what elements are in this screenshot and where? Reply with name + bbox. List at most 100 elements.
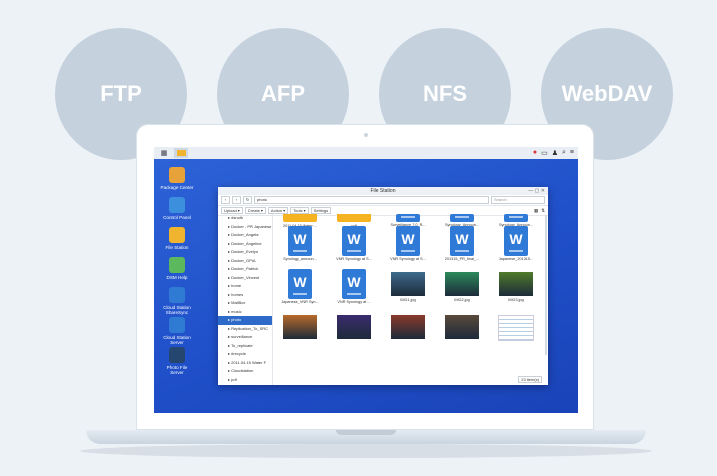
sidebar-item[interactable]: ▸ To_replicate (218, 342, 272, 351)
tools-button[interactable]: Tools ▾ (290, 207, 309, 214)
search-placeholder: Search (494, 197, 507, 202)
folder-icon (283, 214, 317, 222)
sidebar-item[interactable]: ▸ pdf (218, 376, 272, 385)
sidebar-item[interactable]: ▸ #recycle (218, 350, 272, 359)
search-input[interactable]: Search (491, 196, 545, 204)
camera (364, 133, 368, 137)
word-doc-icon (450, 214, 474, 222)
back-button[interactable]: ‹ (221, 196, 230, 204)
file-item[interactable]: IMG3.jpg (490, 269, 542, 302)
sidebar-item[interactable]: ▸ music (218, 308, 272, 317)
grid-icon[interactable]: ▦ (157, 148, 171, 158)
desktop-icon[interactable]: Package Center (160, 167, 194, 190)
sidebar-item[interactable]: ▸ homes (218, 291, 272, 300)
word-doc-icon: W (342, 269, 366, 299)
desktop-icon-label: DSM Help (166, 275, 188, 280)
menu-icon[interactable]: ≡ (570, 149, 574, 157)
word-doc-icon: W (288, 269, 312, 299)
desktop-icon[interactable]: Cloud Station Server (160, 317, 194, 345)
desktop-icon-label: Photo File Server (166, 365, 188, 375)
app-icon (169, 317, 185, 333)
sidebar-item[interactable]: ▸ Docker_GPIA (218, 257, 272, 266)
file-item[interactable] (274, 312, 326, 341)
desktop-icon-label: Package Center (160, 185, 194, 190)
file-name: 201315_PR_final_... (444, 257, 480, 261)
laptop-notch (336, 430, 396, 435)
user-icon[interactable]: ♟ (552, 149, 558, 157)
path-field[interactable]: photo (254, 196, 489, 204)
forward-button[interactable]: › (232, 196, 241, 204)
sidebar-item[interactable]: ▸ Docker_Angeline (218, 240, 272, 249)
file-item[interactable]: W 201315_PR_final_... (436, 226, 488, 261)
view-toggle-icon[interactable]: ▦ (534, 208, 538, 214)
search-icon[interactable]: ⌕ (562, 149, 566, 157)
sidebar-item[interactable]: ▸ dsnoth (218, 214, 272, 223)
desktop-icon[interactable]: Photo File Server (160, 347, 194, 375)
desktop-icon[interactable]: Control Panel (160, 197, 194, 220)
upload-button[interactable]: Upload ▾ (221, 207, 243, 214)
sidebar-item[interactable]: ▸ 2011.04.15 Water F (218, 359, 272, 368)
file-item[interactable]: W VNR Synology at ... (328, 269, 380, 304)
sidebar-item[interactable]: ▸ home (218, 282, 272, 291)
sidebar-item[interactable]: ▸ Replication_To_SRC (218, 325, 272, 334)
sort-icon[interactable]: ⇅ (541, 208, 545, 214)
sidebar-item[interactable]: ▸ MailBox (218, 299, 272, 308)
file-grid: 2011.04.15 Water ...pdfSurveillance 7.0_… (274, 214, 544, 379)
file-item[interactable]: W Japanese_VNR Syn... (274, 269, 326, 304)
sidebar-item[interactable]: ▸ Cloudstation (218, 367, 272, 376)
word-doc-icon: W (504, 226, 528, 256)
chat-icon[interactable]: ▭ (541, 149, 548, 157)
action-button[interactable]: Action ▾ (267, 207, 289, 214)
word-doc-icon: W (288, 226, 312, 256)
folder-tree: ▸ dsnoth ▸ Docker - PR Japanese ▸ Docker_A… (218, 214, 273, 385)
image-thumbnail (499, 272, 533, 296)
dsm-desktop: ▦ ● ▭ ♟ ⌕ ≡ Package Center Control Panel F… (154, 147, 578, 413)
file-item[interactable]: W VNR Synology at S... (382, 226, 434, 261)
notification-icon[interactable]: ● (533, 149, 537, 157)
note-icon (498, 315, 534, 341)
file-item[interactable]: W Synology_announ... (274, 226, 326, 261)
file-name: VNR Synology at S... (390, 257, 426, 261)
desktop-icon[interactable]: DSM Help (160, 257, 194, 280)
desktop-icon-label: Control Panel (163, 215, 191, 220)
sidebar-item[interactable]: ▸ photo (218, 316, 272, 325)
scrollbar[interactable] (545, 215, 547, 355)
desktop-icon[interactable]: File Station (160, 227, 194, 250)
laptop-base (86, 430, 646, 444)
refresh-icon[interactable]: ↻ (243, 196, 252, 204)
sidebar-item[interactable]: ▸ Docker_Evelyn (218, 248, 272, 257)
file-item[interactable]: W Japanese_201315... (490, 226, 542, 261)
word-doc-icon (504, 214, 528, 222)
settings-button[interactable]: Settings (310, 207, 332, 214)
file-name: Japanese_201315... (498, 257, 534, 261)
file-name: IMG2.jpg (454, 298, 470, 302)
sidebar-item[interactable]: ▸ surveillance (218, 333, 272, 342)
folder-icon (337, 214, 371, 222)
image-thumbnail (283, 315, 317, 339)
sidebar-item[interactable]: ▸ Docker - PR Japanese (218, 223, 272, 232)
window-title: File Station (370, 188, 396, 194)
sidebar-item[interactable]: ▸ Docker_Angela (218, 231, 272, 240)
app-icon (169, 347, 185, 363)
file-item[interactable] (382, 312, 434, 341)
window-controls[interactable]: — ▢ ✕ (528, 187, 545, 195)
sidebar-item[interactable]: ▸ Transactions (218, 384, 272, 385)
laptop-shadow (80, 444, 652, 458)
file-item[interactable] (490, 312, 542, 343)
file-name: Japanese_VNR Syn... (281, 300, 319, 304)
taskbar: ▦ ● ▭ ♟ ⌕ ≡ (154, 147, 578, 159)
desktop-icon-label: Cloud Station ShareSync (163, 305, 191, 315)
sidebar-item[interactable]: ▸ Docker_Vincent (218, 274, 272, 283)
create-button[interactable]: Create ▾ (244, 207, 266, 214)
sidebar-item[interactable]: ▸ Docker_Patrick (218, 265, 272, 274)
app-icon (169, 197, 185, 213)
desktop-icon[interactable]: Cloud Station ShareSync (160, 287, 194, 315)
folder-icon[interactable] (174, 148, 188, 158)
file-item[interactable]: W VNR Synology at S... (328, 226, 380, 261)
file-item[interactable] (436, 312, 488, 341)
file-item[interactable]: IMG2.jpg (436, 269, 488, 302)
file-item[interactable] (328, 312, 380, 341)
word-doc-icon (396, 214, 420, 222)
file-item[interactable]: IMG1.jpg (382, 269, 434, 302)
image-thumbnail (337, 315, 371, 339)
